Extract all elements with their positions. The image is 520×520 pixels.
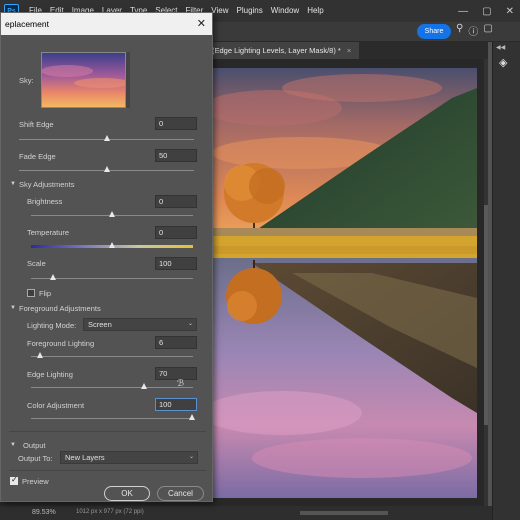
collapse-panels-icon[interactable]: ◀◀ xyxy=(496,44,505,51)
shift-edge-field[interactable]: 0 xyxy=(155,117,197,130)
workspace-icon[interactable]: ▢ xyxy=(483,23,492,38)
zoom-level[interactable]: 89.53% xyxy=(32,509,56,516)
output-chevron-icon[interactable]: ▼ xyxy=(10,442,16,448)
dialog-title: eplacement xyxy=(5,19,49,29)
close-icon[interactable]: ✕ xyxy=(506,6,514,17)
document-tab-title: (Edge Lighting Levels, Layer Mask/8) * xyxy=(212,46,341,55)
panel-strip xyxy=(492,42,520,520)
temperature-label: Temperature xyxy=(27,228,70,237)
sky-label: Sky: xyxy=(19,76,34,85)
layers-icon[interactable]: ◈ xyxy=(499,56,513,70)
shift-edge-slider-handle[interactable] xyxy=(104,135,110,141)
sky-thumbnail-image xyxy=(42,53,125,107)
document-tab[interactable]: (Edge Lighting Levels, Layer Mask/8) * × xyxy=(208,42,360,59)
foreground-lighting-slider-handle[interactable] xyxy=(37,352,43,358)
scale-slider-handle[interactable] xyxy=(50,274,56,280)
foreground-lighting-slider-track[interactable] xyxy=(31,356,193,357)
lighting-mode-value: Screen xyxy=(88,320,112,329)
help-icon[interactable]: ⓘ xyxy=(468,23,478,38)
edge-lighting-label: Edge Lighting xyxy=(27,370,73,379)
window-controls: — ▢ ✕ xyxy=(458,0,514,22)
lighting-mode-select[interactable]: Screen ⌄ xyxy=(83,318,197,331)
flip-checkbox[interactable] xyxy=(27,289,35,297)
landscape-image xyxy=(212,68,477,498)
section-divider xyxy=(9,470,206,471)
section-divider xyxy=(9,431,206,432)
fade-edge-slider-handle[interactable] xyxy=(104,166,110,172)
shift-edge-label: Shift Edge xyxy=(19,120,54,129)
menu-plugins[interactable]: Plugins xyxy=(233,0,267,22)
status-bar: 89.53% 1012 px x 977 px (72 ppi) xyxy=(0,506,492,520)
horizontal-scrollbar[interactable] xyxy=(300,511,388,515)
output-to-select[interactable]: New Layers ⌄ xyxy=(60,451,198,464)
document-image[interactable] xyxy=(212,68,477,498)
fade-edge-label: Fade Edge xyxy=(19,152,56,161)
preview-label: Preview xyxy=(22,477,49,486)
dialog-title-bar[interactable]: eplacement ✕ xyxy=(1,13,212,35)
output-to-value: New Layers xyxy=(65,453,105,462)
color-adjustment-field[interactable]: 100 xyxy=(155,398,197,411)
maximize-icon[interactable]: ▢ xyxy=(482,6,491,17)
minimize-icon[interactable]: — xyxy=(458,6,468,17)
sky-preset-dropdown[interactable] xyxy=(126,52,130,108)
color-adjustment-slider-handle[interactable] xyxy=(189,414,195,420)
foreground-lighting-field[interactable]: 6 xyxy=(155,336,197,349)
lighting-mode-label: Lighting Mode: xyxy=(27,321,77,330)
menu-help[interactable]: Help xyxy=(303,0,327,22)
sky-replacement-dialog: eplacement ✕ Sky: Shift Edge 0 Fade Edge… xyxy=(0,12,213,502)
brightness-label: Brightness xyxy=(27,197,63,206)
brightness-slider-handle[interactable] xyxy=(109,211,115,217)
temperature-field[interactable]: 0 xyxy=(155,226,197,239)
options-icons: ⚲ ⓘ ▢ xyxy=(456,23,493,38)
foreground-adjustments-chevron-icon[interactable]: ▼ xyxy=(10,305,16,311)
scale-field[interactable]: 100 xyxy=(155,257,197,270)
ok-button[interactable]: OK xyxy=(104,486,150,501)
edge-lighting-field[interactable]: 70 xyxy=(155,367,197,380)
output-header[interactable]: Output xyxy=(23,441,46,450)
search-icon[interactable]: ⚲ xyxy=(456,23,463,38)
foreground-adjustments-header[interactable]: Foreground Adjustments xyxy=(19,304,101,313)
color-adjustment-label: Color Adjustment xyxy=(27,401,85,410)
dialog-close-icon[interactable]: ✕ xyxy=(197,13,206,35)
foreground-lighting-label: Foreground Lighting xyxy=(27,339,95,348)
chevron-down-icon: ⌄ xyxy=(187,321,193,327)
share-button[interactable]: Share xyxy=(417,24,451,39)
brightness-field[interactable]: 0 xyxy=(155,195,197,208)
canvas-scroll-thumb[interactable] xyxy=(484,205,488,425)
sky-adjustments-chevron-icon[interactable]: ▼ xyxy=(10,181,16,187)
cancel-button[interactable]: Cancel xyxy=(157,486,204,501)
temperature-slider-handle[interactable] xyxy=(109,242,115,248)
text-cursor-icon: ℬ xyxy=(177,378,185,388)
flip-label: Flip xyxy=(39,289,52,298)
menu-window[interactable]: Window xyxy=(267,0,303,22)
chevron-down-icon: ⌄ xyxy=(188,454,194,460)
color-adjustment-slider-track[interactable] xyxy=(31,418,193,419)
tab-close-icon[interactable]: × xyxy=(347,46,351,55)
sky-preset-thumbnail[interactable] xyxy=(41,52,126,108)
fade-edge-field[interactable]: 50 xyxy=(155,149,197,162)
sky-adjustments-header[interactable]: Sky Adjustments xyxy=(19,180,74,189)
edge-lighting-slider-track[interactable] xyxy=(31,387,193,388)
output-to-label: Output To: xyxy=(18,454,53,463)
document-size: 1012 px x 977 px (72 ppi) xyxy=(76,509,144,515)
preview-checkbox[interactable] xyxy=(10,475,18,485)
scale-label: Scale xyxy=(27,259,46,268)
edge-lighting-slider-handle[interactable] xyxy=(141,383,147,389)
